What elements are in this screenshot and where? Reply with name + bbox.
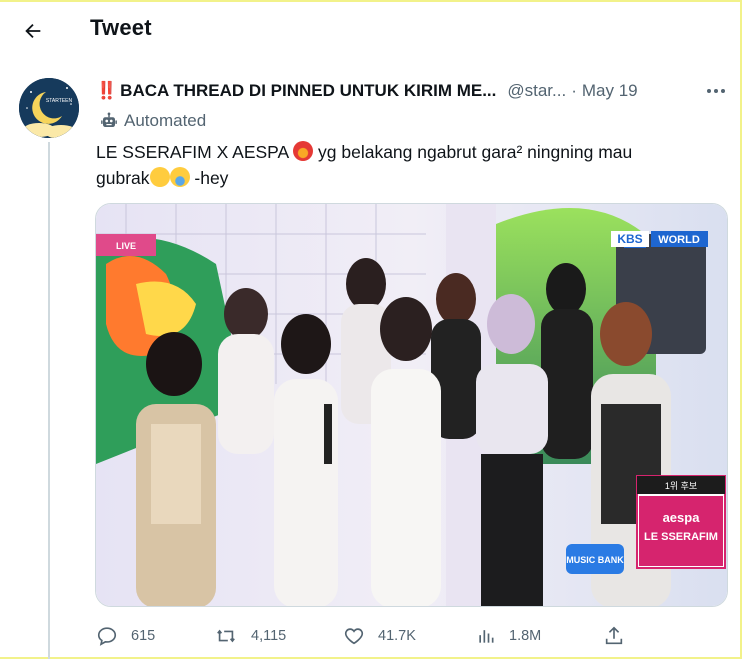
user-handle[interactable]: @star...	[507, 81, 566, 101]
views-count: 1.8M	[509, 628, 542, 644]
tweet-text-part-3: gubrak	[96, 168, 150, 188]
heart-icon	[344, 628, 364, 645]
share-button[interactable]	[603, 624, 638, 648]
automated-label: Automated	[124, 111, 207, 130]
share-upload-icon	[605, 626, 623, 645]
crying-emoji-icon	[169, 167, 190, 187]
candidate-2-text: LE SSERAFIM	[644, 531, 718, 543]
reply-bubble-icon	[97, 627, 117, 646]
reply-button[interactable]: 615	[96, 624, 155, 648]
rank-badge-text: 1위 후보	[665, 481, 697, 491]
like-button[interactable]: 41.7K	[343, 624, 416, 648]
tweet-date[interactable]: May 19	[582, 81, 638, 101]
stage-photo: LIVE KBS WORLD	[96, 204, 727, 606]
retweet-count: 4,115	[251, 628, 287, 644]
tweet-text-part-2: yg belakang ngabrut gara² ningning mau	[318, 142, 633, 162]
tweet-author-line: ‼️ BACA THREAD DI PINNED UNTUK KIRIM ME.…	[96, 79, 726, 103]
display-name[interactable]: BACA THREAD DI PINNED UNTUK KIRIM ME...	[120, 81, 496, 101]
page-title: Tweet	[90, 15, 152, 40]
more-options-button[interactable]	[703, 80, 729, 102]
robot-icon	[101, 112, 117, 127]
retweet-button[interactable]: 4,115	[214, 624, 286, 648]
tweet-image[interactable]: LIVE KBS WORLD	[95, 203, 728, 607]
automated-label-row[interactable]: Automated	[100, 110, 206, 132]
retweet-icon	[217, 629, 235, 643]
top-header: Tweet	[0, 0, 742, 60]
reply-count: 615	[131, 628, 156, 644]
avatar[interactable]: STARTEEN	[19, 78, 79, 138]
views-button[interactable]: 1.8M	[476, 624, 541, 648]
image-live-tag-left: LIVE	[116, 241, 136, 251]
meta-separator: ·	[571, 81, 577, 100]
warning-mark: ‼️	[96, 81, 117, 100]
tweet-text-part-1: LE SSERAFIM X AESPA	[96, 142, 289, 162]
more-dots-icon	[707, 89, 725, 93]
tweet-text: LE SSERAFIM X AESPA yg belakang ngabrut …	[96, 139, 716, 191]
fire-heart-emoji-icon	[293, 141, 314, 161]
rofl-emoji-icon	[149, 167, 170, 187]
arrow-left-icon	[25, 23, 41, 39]
kbs-logo-text: KBS	[617, 232, 642, 246]
tweet-actions-bar: 615 4,115 41.7K 1.8M	[96, 624, 636, 648]
world-logo-text: WORLD	[658, 234, 700, 246]
tweet-text-part-4: -hey	[194, 168, 229, 188]
bar-chart-icon	[479, 630, 494, 643]
like-count: 41.7K	[378, 628, 416, 644]
svg-text:STARTEEN: STARTEEN	[46, 98, 73, 104]
candidate-1-text: aespa	[663, 510, 701, 525]
thread-connector-line	[48, 142, 50, 659]
back-button[interactable]	[14, 12, 52, 50]
music-bank-logo-text: MUSIC BANK	[566, 555, 624, 565]
avatar-moon-image: STARTEEN	[19, 78, 79, 138]
